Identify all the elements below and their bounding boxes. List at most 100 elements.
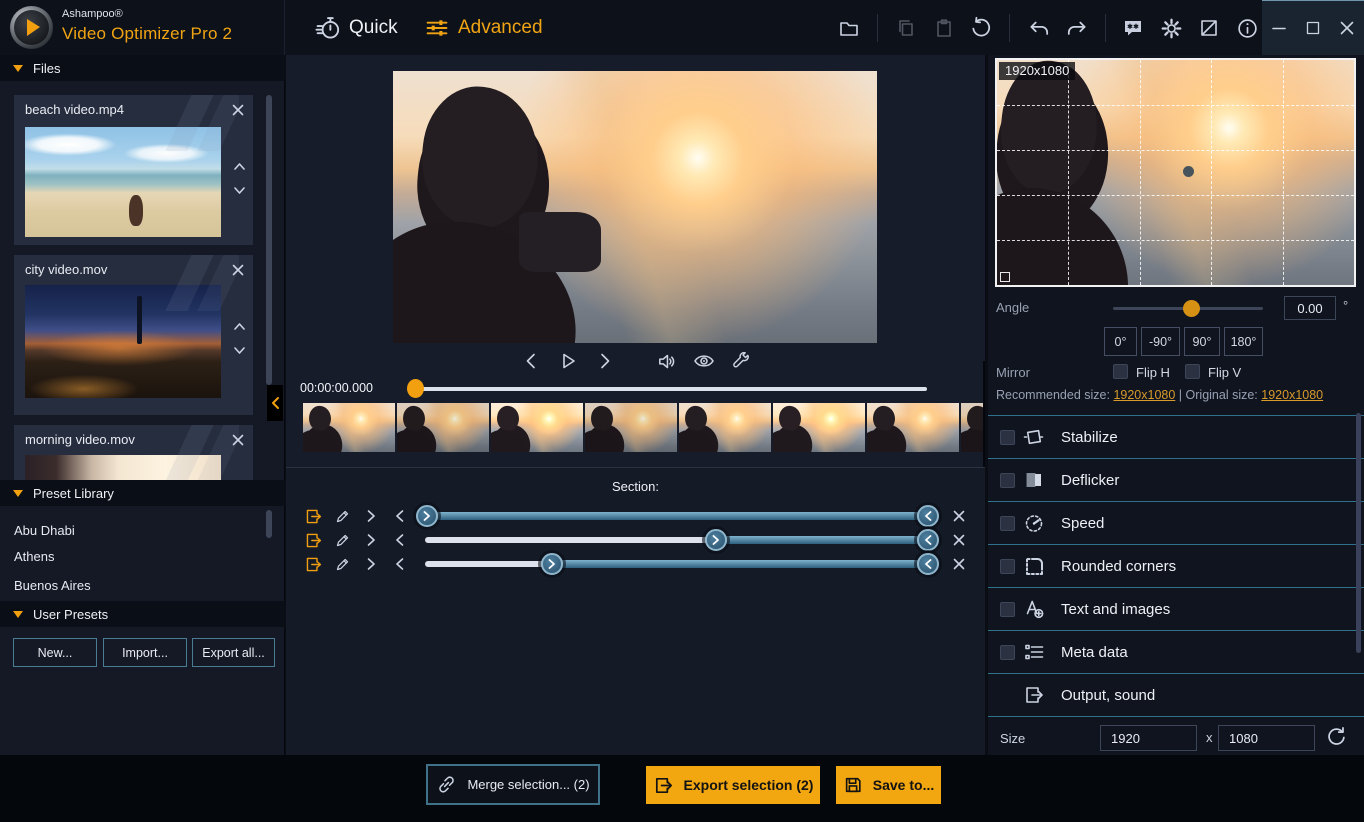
tools-wrench-icon[interactable] bbox=[728, 348, 754, 374]
filmstrip-frame[interactable] bbox=[303, 403, 395, 452]
export-section-icon[interactable] bbox=[303, 554, 323, 574]
range-end-handle[interactable] bbox=[917, 505, 939, 527]
preset-library-header[interactable]: Preset Library bbox=[0, 480, 285, 506]
tab-quick[interactable]: Quick bbox=[315, 0, 398, 55]
delete-section-icon[interactable] bbox=[949, 506, 969, 526]
feature-row-meta-data[interactable]: Meta data bbox=[988, 630, 1364, 673]
undo-button[interactable] bbox=[1025, 14, 1053, 42]
crop-corner-handle[interactable] bbox=[1000, 272, 1010, 282]
size-height-input[interactable] bbox=[1218, 725, 1315, 751]
set-end-icon[interactable] bbox=[390, 530, 410, 550]
stabilize-checkbox[interactable] bbox=[1000, 430, 1015, 445]
rotate-0-button[interactable]: 0° bbox=[1104, 327, 1137, 356]
import-preset-button[interactable]: Import... bbox=[103, 638, 187, 667]
playhead-handle[interactable] bbox=[407, 379, 424, 398]
filmstrip-frame[interactable] bbox=[491, 403, 583, 452]
move-up-icon[interactable] bbox=[230, 317, 248, 335]
user-presets-header[interactable]: User Presets bbox=[0, 601, 285, 627]
original-size-link[interactable]: 1920x1080 bbox=[1261, 388, 1323, 402]
tab-advanced[interactable]: Advanced bbox=[424, 0, 543, 55]
feature-row-rounded-corners[interactable]: Rounded corners bbox=[988, 544, 1364, 587]
meta-data-checkbox[interactable] bbox=[1000, 645, 1015, 660]
crop-center-marker[interactable] bbox=[1183, 166, 1194, 177]
selected-range[interactable] bbox=[552, 560, 928, 568]
section-range-slider[interactable] bbox=[419, 528, 940, 552]
feature-row-output-sound[interactable]: Output, sound bbox=[988, 673, 1364, 716]
move-down-icon[interactable] bbox=[230, 341, 248, 359]
angle-slider-handle[interactable] bbox=[1183, 300, 1200, 317]
section-range-slider[interactable] bbox=[419, 504, 940, 528]
selected-range[interactable] bbox=[716, 536, 928, 544]
selected-range[interactable] bbox=[427, 512, 928, 520]
files-section-header[interactable]: Files bbox=[0, 55, 285, 81]
redo-button[interactable] bbox=[1063, 14, 1091, 42]
reset-button[interactable] bbox=[967, 14, 995, 42]
seek-bar[interactable] bbox=[413, 387, 927, 391]
feature-row-stabilize[interactable]: Stabilize bbox=[988, 415, 1364, 458]
rounded-corners-checkbox[interactable] bbox=[1000, 559, 1015, 574]
file-thumbnail[interactable] bbox=[25, 455, 221, 480]
filmstrip-frame[interactable] bbox=[867, 403, 959, 452]
open-folder-button[interactable] bbox=[835, 14, 863, 42]
presets-scrollbar[interactable] bbox=[266, 510, 272, 538]
remove-file-icon[interactable] bbox=[229, 261, 247, 279]
previous-frame-button[interactable] bbox=[518, 348, 544, 374]
export-selection-button[interactable]: Export selection (2) bbox=[646, 766, 820, 804]
delete-section-icon[interactable] bbox=[949, 554, 969, 574]
maximize-button[interactable] bbox=[1299, 14, 1327, 42]
play-button[interactable] bbox=[555, 348, 581, 374]
crop-preview[interactable]: 1920x1080 bbox=[995, 58, 1356, 287]
preview-eye-icon[interactable] bbox=[691, 348, 717, 374]
copy-button[interactable] bbox=[892, 14, 920, 42]
filmstrip-frame[interactable] bbox=[585, 403, 677, 452]
set-start-icon[interactable] bbox=[361, 530, 381, 550]
paste-button[interactable] bbox=[930, 14, 958, 42]
minimize-button[interactable] bbox=[1265, 14, 1293, 42]
right-panel-scrollbar[interactable] bbox=[1356, 413, 1361, 653]
file-item-city[interactable]: city video.mov bbox=[14, 255, 253, 415]
sidebar-collapse-handle[interactable] bbox=[267, 385, 283, 421]
remove-file-icon[interactable] bbox=[229, 431, 247, 449]
move-down-icon[interactable] bbox=[230, 181, 248, 199]
video-preview[interactable] bbox=[393, 71, 877, 343]
deflicker-checkbox[interactable] bbox=[1000, 473, 1015, 488]
preset-item[interactable]: Athens bbox=[0, 543, 250, 569]
file-thumbnail[interactable] bbox=[25, 127, 221, 237]
feedback-icon[interactable] bbox=[1119, 14, 1147, 42]
delete-section-icon[interactable] bbox=[949, 530, 969, 550]
file-item-morning[interactable]: morning video.mov bbox=[14, 425, 253, 480]
export-section-icon[interactable] bbox=[303, 530, 323, 550]
section-range-slider[interactable] bbox=[419, 552, 940, 576]
feature-row-text-images[interactable]: Text and images bbox=[988, 587, 1364, 630]
range-end-handle[interactable] bbox=[917, 529, 939, 551]
angle-input[interactable] bbox=[1284, 296, 1336, 320]
range-end-handle[interactable] bbox=[917, 553, 939, 575]
rotate-180-button[interactable]: 180° bbox=[1224, 327, 1263, 356]
speed-checkbox[interactable] bbox=[1000, 516, 1015, 531]
theme-toggle-icon[interactable] bbox=[1195, 14, 1223, 42]
feature-row-deflicker[interactable]: Deflicker bbox=[988, 458, 1364, 501]
rotate-90-button[interactable]: 90° bbox=[1184, 327, 1220, 356]
new-preset-button[interactable]: New... bbox=[13, 638, 97, 667]
save-to-button[interactable]: Save to... bbox=[836, 766, 941, 804]
file-item-beach[interactable]: beach video.mp4 bbox=[14, 95, 253, 245]
text-images-checkbox[interactable] bbox=[1000, 602, 1015, 617]
edit-pencil-icon[interactable] bbox=[332, 506, 352, 526]
next-frame-button[interactable] bbox=[592, 348, 618, 374]
filmstrip[interactable] bbox=[303, 403, 983, 452]
filmstrip-frame[interactable] bbox=[961, 403, 983, 452]
set-end-icon[interactable] bbox=[390, 554, 410, 574]
volume-icon[interactable] bbox=[654, 348, 680, 374]
move-up-icon[interactable] bbox=[230, 157, 248, 175]
range-start-handle[interactable] bbox=[705, 529, 727, 551]
size-reset-icon[interactable] bbox=[1324, 725, 1348, 749]
set-start-icon[interactable] bbox=[361, 554, 381, 574]
range-start-handle[interactable] bbox=[416, 505, 438, 527]
remove-file-icon[interactable] bbox=[229, 101, 247, 119]
set-end-icon[interactable] bbox=[390, 506, 410, 526]
range-start-handle[interactable] bbox=[541, 553, 563, 575]
export-section-icon[interactable] bbox=[303, 506, 323, 526]
set-start-icon[interactable] bbox=[361, 506, 381, 526]
filmstrip-frame[interactable] bbox=[773, 403, 865, 452]
info-icon[interactable] bbox=[1233, 14, 1261, 42]
